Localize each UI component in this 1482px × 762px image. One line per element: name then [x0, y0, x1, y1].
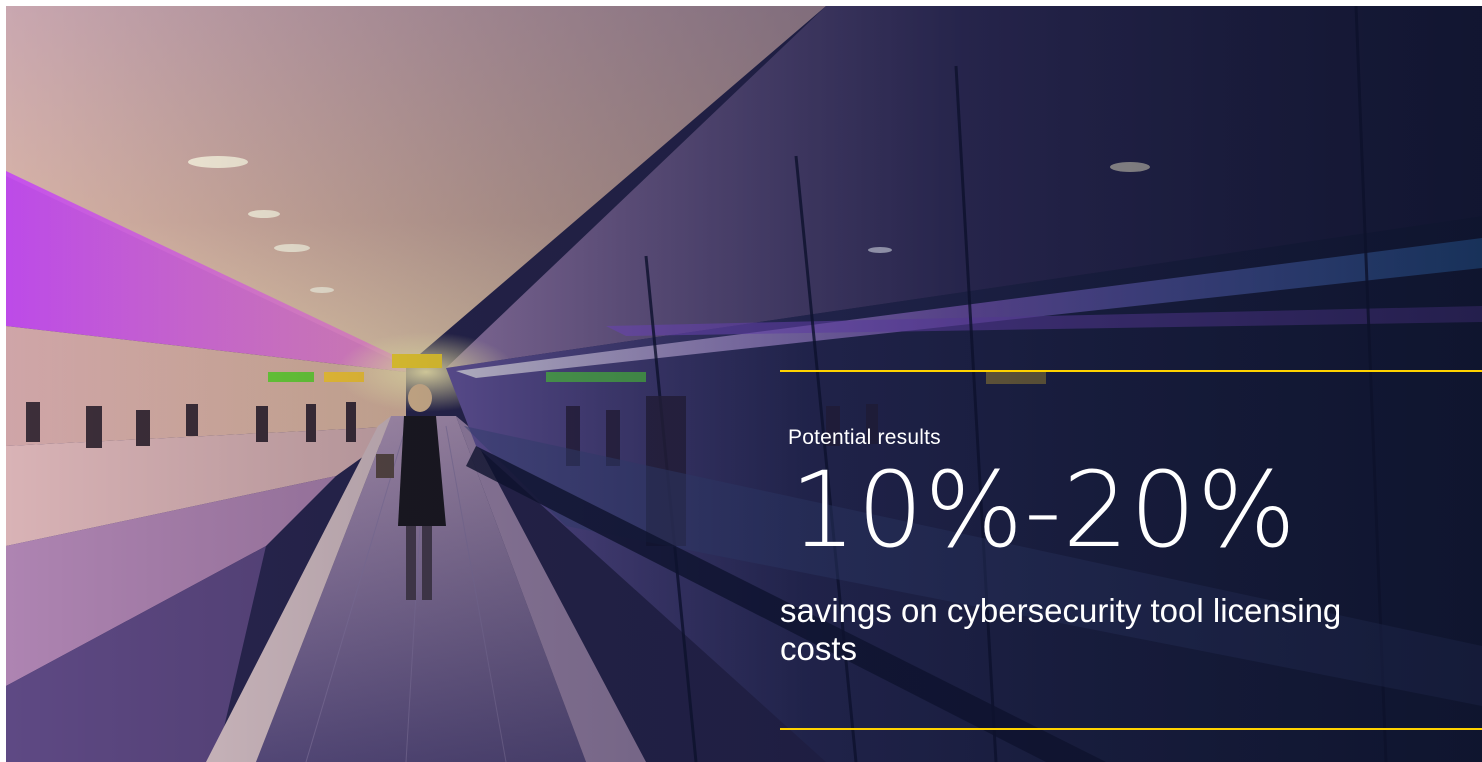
results-eyebrow: Potential results — [788, 426, 941, 449]
results-caption: savings on cybersecurity tool licensing … — [780, 592, 1342, 667]
accent-rule-bottom — [780, 728, 1482, 730]
hero-banner: Potential results 10%-20% savings on cyb… — [6, 6, 1482, 762]
results-figure: 10%-20% — [790, 449, 1297, 571]
accent-rule-top — [780, 370, 1482, 372]
